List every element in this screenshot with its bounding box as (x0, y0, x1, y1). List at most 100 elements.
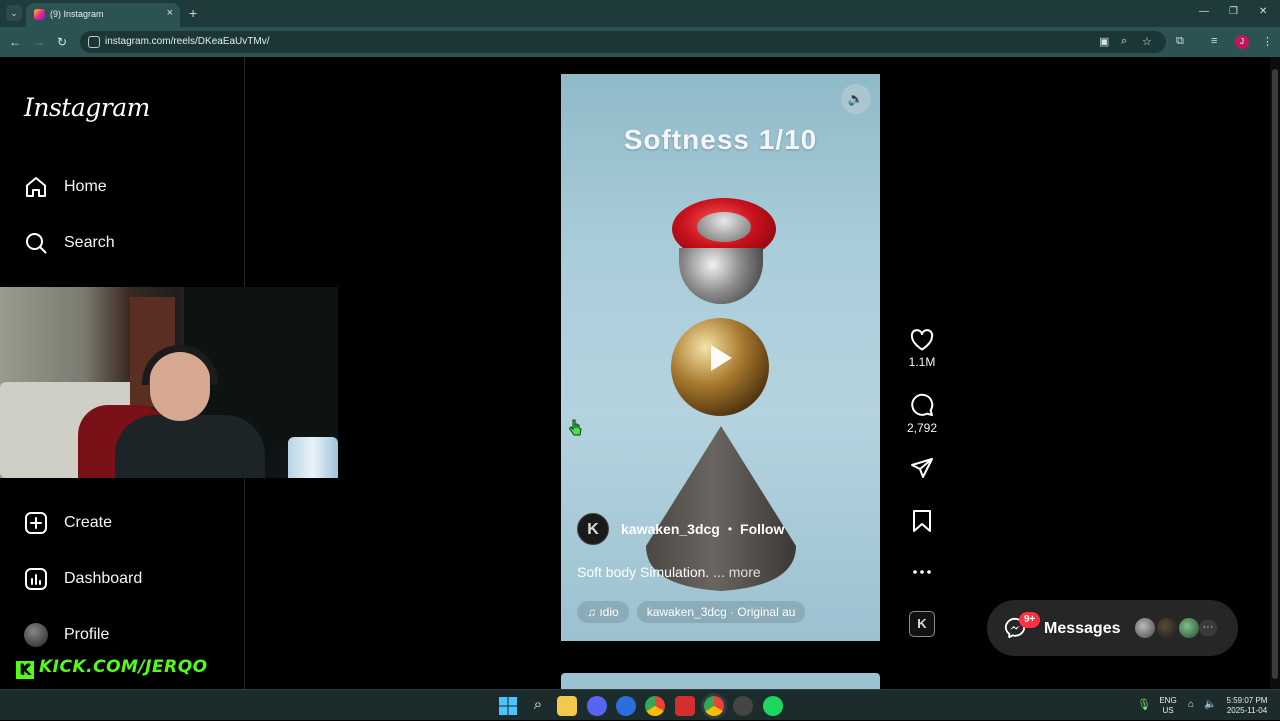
bookmark-icon (913, 510, 931, 532)
home-icon (26, 177, 46, 197)
webcam-water-bottles (288, 437, 338, 478)
forward-icon[interactable]: → (33, 35, 45, 49)
sidebar-item-search[interactable]: Search (24, 228, 115, 258)
next-reel-preview[interactable] (561, 673, 880, 689)
taskbar-search-icon[interactable]: ⌕ (528, 696, 548, 716)
play-icon[interactable] (708, 343, 734, 373)
sidebar-item-create[interactable]: Create (24, 508, 112, 538)
close-window-icon[interactable]: ✕ (1259, 6, 1267, 17)
sidebar-item-profile[interactable]: Profile (24, 620, 109, 650)
browser-profile-avatar[interactable]: J (1235, 35, 1249, 49)
reel-author-row: K kawaken_3dcg • Follow (577, 513, 784, 545)
address-bar-url[interactable]: instagram.com/reels/DKeaEaUvTMv/ (105, 36, 270, 47)
extensions-icon[interactable]: ⧉ (1176, 35, 1184, 48)
kick-url-text: KICK.COM/JERQO (39, 657, 208, 677)
more-icon (913, 570, 931, 574)
sidebar-item-label: Profile (64, 626, 110, 643)
sidebar-item-home[interactable]: Home (24, 172, 107, 202)
obs-icon[interactable] (733, 696, 753, 716)
save-button[interactable] (900, 509, 944, 533)
network-icon[interactable]: ⌂ (1188, 700, 1194, 710)
new-tab-button[interactable]: + (189, 5, 197, 21)
browser-menu-icon[interactable]: ⋮ (1262, 35, 1273, 48)
discord-icon[interactable] (587, 696, 607, 716)
sidebar-item-label: Search (64, 234, 115, 251)
clock[interactable]: 5:59:07 PM 2025-11-04 (1222, 696, 1272, 716)
media-controls-icon[interactable]: ≡ (1211, 35, 1217, 47)
instagram-logo[interactable]: Instagram (24, 93, 150, 122)
like-button[interactable]: 1.1M (900, 329, 944, 369)
language-code: ENG (1159, 696, 1177, 705)
tab-title: (9) Instagram (50, 9, 104, 19)
scrollbar-thumb[interactable] (1272, 69, 1278, 679)
hand-cursor-icon (568, 419, 582, 436)
spotify-icon[interactable] (763, 696, 783, 716)
author-avatar[interactable]: K (577, 513, 609, 545)
reel-overlay-title: Softness 1/10 (623, 124, 818, 155)
volume-icon[interactable]: 🔊 (841, 84, 871, 114)
comment-icon (911, 393, 934, 416)
author-username[interactable]: kawaken_3dcg (621, 521, 720, 537)
sidebar-item-dashboard[interactable]: Dashboard (24, 564, 142, 594)
windows-taskbar: ⌕ 🎙 ENG US ⌂ 🔈 5:59:07 PM 2025-11-04 (0, 689, 1280, 720)
bookmark-star-icon[interactable]: ☆ (1142, 35, 1152, 48)
comment-count: 2,792 (906, 421, 938, 435)
region-code: US (1162, 706, 1174, 715)
start-icon[interactable] (498, 696, 518, 716)
vpn-icon[interactable] (616, 696, 636, 716)
more-conversations-icon: ··· (1199, 620, 1217, 636)
avatar (1177, 616, 1201, 640)
address-bar[interactable]: instagram.com/reels/DKeaEaUvTMv/ (80, 31, 1166, 53)
minimize-icon[interactable]: — (1199, 6, 1209, 17)
site-info-icon[interactable] (88, 36, 100, 48)
audio-thumbnail[interactable]: K (909, 611, 935, 637)
reel-chrome-ball (679, 248, 763, 304)
separator-dot: • (727, 522, 733, 536)
messages-button[interactable]: 9+ Messages ··· (987, 600, 1238, 656)
file-explorer-icon[interactable] (557, 696, 577, 716)
reel-audio-row: ♫ ıdio kawaken_3dcg · Original au (577, 601, 806, 623)
tab-search-button[interactable]: ⌄ (6, 5, 22, 21)
page-scrollbar[interactable] (1270, 57, 1280, 689)
speaker-icon[interactable]: 🔈 (1204, 700, 1216, 710)
caption-text: Soft body Simulation. (577, 564, 710, 580)
caption-more-link[interactable]: ... more (713, 564, 760, 580)
more-options-button[interactable] (900, 561, 944, 583)
follow-button[interactable]: Follow (740, 521, 784, 537)
reload-icon[interactable]: ↻ (57, 35, 67, 49)
back-icon[interactable]: ← (9, 35, 21, 49)
kick-logo-icon: K (16, 661, 34, 679)
avatar (1155, 616, 1179, 640)
zoom-icon[interactable]: ⌕ (1121, 35, 1127, 48)
browser-tab[interactable]: (9) Instagram × (26, 3, 180, 27)
instagram-favicon-icon (34, 9, 45, 20)
language-indicator[interactable]: ENG US (1156, 696, 1180, 716)
audio-track-link[interactable]: kawaken_3dcg · Original au (636, 601, 806, 623)
clock-time: 5:59:07 PM (1226, 696, 1268, 705)
create-icon (25, 512, 47, 534)
avatar (24, 623, 48, 647)
clock-date: 2025-11-04 (1226, 706, 1268, 715)
sidebar-item-label: Create (64, 514, 113, 531)
share-icon (911, 458, 933, 478)
microphone-icon[interactable]: 🎙 (1137, 700, 1151, 711)
browser-tab-strip: ⌄ (9) Instagram × + — ❐ ✕ (0, 0, 1280, 27)
comment-button[interactable]: 2,792 (900, 393, 944, 435)
reel-video[interactable]: Softness 1/10 🔊 K kawaken_3dcg • Follow … (561, 74, 880, 641)
close-tab-icon[interactable]: × (167, 7, 173, 19)
audio-badge[interactable]: ♫ ıdio (577, 601, 629, 623)
app-icon[interactable] (675, 696, 695, 716)
search-icon (26, 233, 47, 254)
share-button[interactable] (900, 457, 944, 479)
install-app-icon[interactable]: ▣ (1099, 35, 1109, 48)
chrome-icon[interactable] (645, 696, 665, 716)
dashboard-icon (25, 568, 47, 590)
webcam-streamer-body (115, 415, 265, 478)
unread-badge: 9+ (1019, 612, 1041, 628)
heart-icon (910, 329, 934, 351)
chrome-active-icon[interactable] (704, 696, 724, 716)
reel-caption: Soft body Simulation. ... more (577, 564, 761, 580)
sidebar-item-label: Dashboard (64, 570, 143, 587)
restore-icon[interactable]: ❐ (1229, 6, 1238, 17)
instagram-page: Instagram Home Search Create Dashboard P… (0, 57, 1280, 689)
